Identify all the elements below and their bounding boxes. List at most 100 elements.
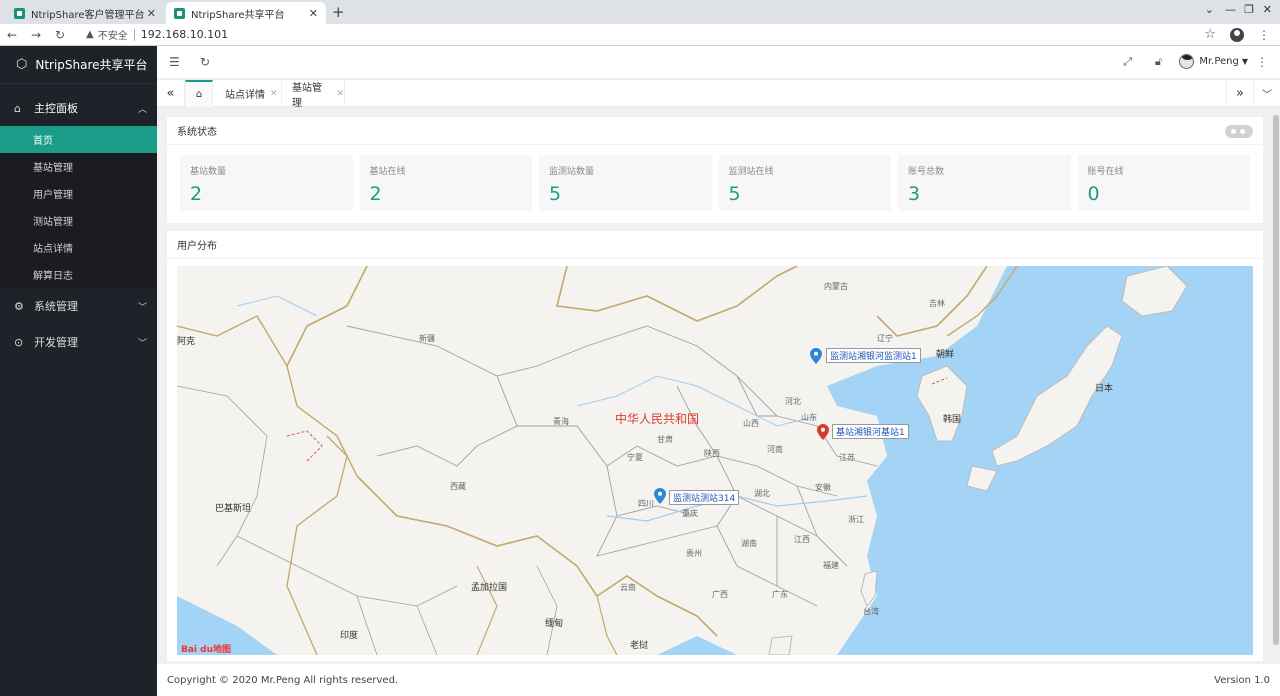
- card-title: 系统状态: [167, 117, 1263, 145]
- close-icon[interactable]: ✕: [147, 7, 156, 20]
- sidebar-item-stations[interactable]: 测站管理: [0, 207, 157, 234]
- tabs-scroll-left-icon[interactable]: «: [157, 80, 185, 107]
- map-label-hebei: 河北: [785, 397, 801, 406]
- marker-label[interactable]: 监测站测站314: [669, 490, 740, 505]
- window-close-icon[interactable]: ✕: [1263, 3, 1272, 16]
- stat-label: 监测站在线: [728, 167, 774, 177]
- map-view[interactable]: 新疆 青海 西藏 甘肃 陕西 山西 河北 河南 山东 江苏 安徽 湖北 四川 重…: [177, 266, 1253, 655]
- tabs-dropdown-icon[interactable]: ﹀: [1254, 80, 1280, 107]
- stat-account-online: 账号在线 0: [1077, 155, 1250, 211]
- system-status-card: 系统状态 基站数量 2 基站在线 2 监测站数量 5 监测站在线 5 账号总数: [167, 117, 1263, 223]
- submenu-dashboard: 首页 基站管理 用户管理 测站管理 站点详情 解算日志: [0, 126, 157, 288]
- lock-icon[interactable]: 🔓︎: [1155, 55, 1162, 69]
- map-label-henan: 河南: [767, 445, 783, 454]
- map-label-fujian: 福建: [823, 561, 839, 570]
- map-label-laos: 老挝: [630, 641, 649, 651]
- close-icon[interactable]: ✕: [270, 89, 278, 99]
- marker-label[interactable]: 监测站湘银河监测站1: [826, 348, 921, 363]
- browser-tab-title: NtripShare共享平台: [191, 9, 285, 21]
- stat-label: 基站数量: [190, 167, 227, 177]
- close-icon[interactable]: ✕: [309, 7, 318, 20]
- browser-tab-title: NtripShare客户管理平台: [31, 9, 145, 21]
- caret-down-icon: ▼: [1241, 57, 1248, 66]
- forward-icon[interactable]: →: [24, 28, 48, 42]
- menu-group-system[interactable]: ⚙ 系统管理 ﹀: [0, 288, 157, 324]
- tabs-scroll-right-icon[interactable]: »: [1226, 80, 1254, 107]
- map-label-shandong: 山东: [801, 413, 817, 422]
- browser-tab-share[interactable]: NtripShare共享平台 ✕: [166, 2, 326, 24]
- menu-group-dashboard[interactable]: ⌂ 主控面板 ︿: [0, 90, 157, 126]
- map-label-guangdong: 广东: [772, 590, 788, 599]
- monitor-station-pin-icon[interactable]: [810, 348, 822, 364]
- toggle-switch[interactable]: [1225, 125, 1253, 138]
- sidebar-item-site-details[interactable]: 站点详情: [0, 234, 157, 261]
- menu-group-label: 主控面板: [34, 102, 78, 115]
- sidebar-item-home[interactable]: 首页: [0, 126, 157, 153]
- scrollbar-thumb[interactable]: [1273, 115, 1279, 645]
- stat-value: 3: [908, 183, 921, 205]
- map-label-sichuan: 四川: [638, 499, 654, 508]
- map-label-myanmar: 缅甸: [545, 619, 564, 629]
- close-icon[interactable]: ✕: [336, 89, 344, 99]
- monitor-station-pin-icon[interactable]: [654, 488, 666, 504]
- map-label-qinghai: 青海: [553, 417, 569, 426]
- tab-home[interactable]: ⌂: [185, 80, 213, 107]
- map-label-guangxi: 广西: [712, 590, 728, 599]
- marker-label[interactable]: 基站湘银河基站1: [832, 424, 909, 439]
- map-label-chongqing: 重庆: [682, 509, 698, 518]
- menu-toggle-icon[interactable]: ☰: [169, 55, 180, 69]
- warning-icon[interactable]: ▲: [86, 29, 94, 40]
- chevron-down-icon[interactable]: ⌄: [1205, 3, 1214, 16]
- new-tab-icon[interactable]: +: [332, 3, 345, 21]
- map-label-liaoning: 辽宁: [877, 334, 893, 343]
- fullscreen-icon[interactable]: ⤢: [1123, 55, 1132, 69]
- browser-tabstrip: NtripShare客户管理平台 ✕ NtripShare共享平台 ✕ + ⌄ …: [0, 0, 1280, 24]
- tab-site-details[interactable]: 站点详情 ✕: [213, 80, 282, 107]
- browser-tab-customer[interactable]: NtripShare客户管理平台 ✕: [6, 2, 164, 24]
- stat-base-online: 基站在线 2: [359, 155, 532, 211]
- sidebar-item-base-stations[interactable]: 基站管理: [0, 153, 157, 180]
- map-label-south-korea: 韩国: [943, 415, 962, 425]
- version-text: Version 1.0: [1214, 674, 1270, 686]
- security-label[interactable]: 不安全: [98, 27, 128, 42]
- map-label-shaanxi: 陕西: [704, 449, 720, 458]
- card-title: 用户分布: [167, 231, 1263, 259]
- tab-base-stations[interactable]: 基站管理 ✕: [282, 80, 345, 109]
- map-label-hunan: 湖南: [741, 539, 757, 548]
- browser-menu-icon[interactable]: ⋮: [1258, 28, 1270, 42]
- stat-label: 基站在线: [369, 167, 406, 177]
- map-label-guizhou: 贵州: [686, 549, 702, 558]
- url-input[interactable]: 192.168.10.101: [141, 28, 228, 41]
- sidebar: ⬡ NtripShare共享平台 ⌂ 主控面板 ︿ 首页 基站管理 用户管理 测…: [0, 46, 157, 696]
- map-label-ningxia: 宁夏: [627, 453, 643, 462]
- card-title-text: 系统状态: [177, 127, 217, 138]
- home-icon: ⌂: [14, 101, 21, 115]
- sidebar-item-solve-log[interactable]: 解算日志: [0, 261, 157, 288]
- menu-group-label: 系统管理: [34, 300, 78, 313]
- base-station-pin-icon[interactable]: [817, 424, 829, 440]
- site-favicon-icon: [14, 7, 25, 19]
- reload-icon[interactable]: ↻: [48, 28, 72, 42]
- user-distribution-card: 用户分布 新疆 青海 西藏 甘肃 陕西 山西 河北 河南 山东 江苏 安徽 湖北…: [167, 231, 1263, 661]
- back-icon[interactable]: ←: [0, 28, 24, 42]
- map-label-xinjiang: 新疆: [419, 334, 435, 343]
- sidebar-item-users[interactable]: 用户管理: [0, 180, 157, 207]
- more-icon[interactable]: ⋮: [1256, 55, 1268, 69]
- stat-account-total: 账号总数 3: [898, 155, 1071, 211]
- refresh-icon[interactable]: ↻: [200, 55, 210, 69]
- chevron-down-icon: ﹀: [137, 302, 147, 313]
- restore-icon[interactable]: ❐: [1244, 3, 1254, 16]
- menu-group-label: 开发管理: [34, 336, 78, 349]
- menu-group-dev[interactable]: ⊙ 开发管理 ﹀: [0, 324, 157, 360]
- bookmark-star-icon[interactable]: ☆: [1204, 27, 1216, 42]
- map-label-jiangxi: 江西: [794, 535, 810, 544]
- map-label-taiwan: 台湾: [863, 607, 879, 616]
- minimize-icon[interactable]: —: [1225, 3, 1236, 16]
- user-menu[interactable]: Mr.Peng ▼: [1179, 54, 1248, 69]
- card-title-text: 用户分布: [177, 241, 217, 252]
- chevron-up-icon: ︿: [137, 104, 147, 115]
- profile-icon[interactable]: [1230, 27, 1244, 42]
- stat-value: 0: [1087, 183, 1100, 205]
- stat-monitor-count: 监测站数量 5: [539, 155, 712, 211]
- scrollbar[interactable]: [1272, 107, 1280, 664]
